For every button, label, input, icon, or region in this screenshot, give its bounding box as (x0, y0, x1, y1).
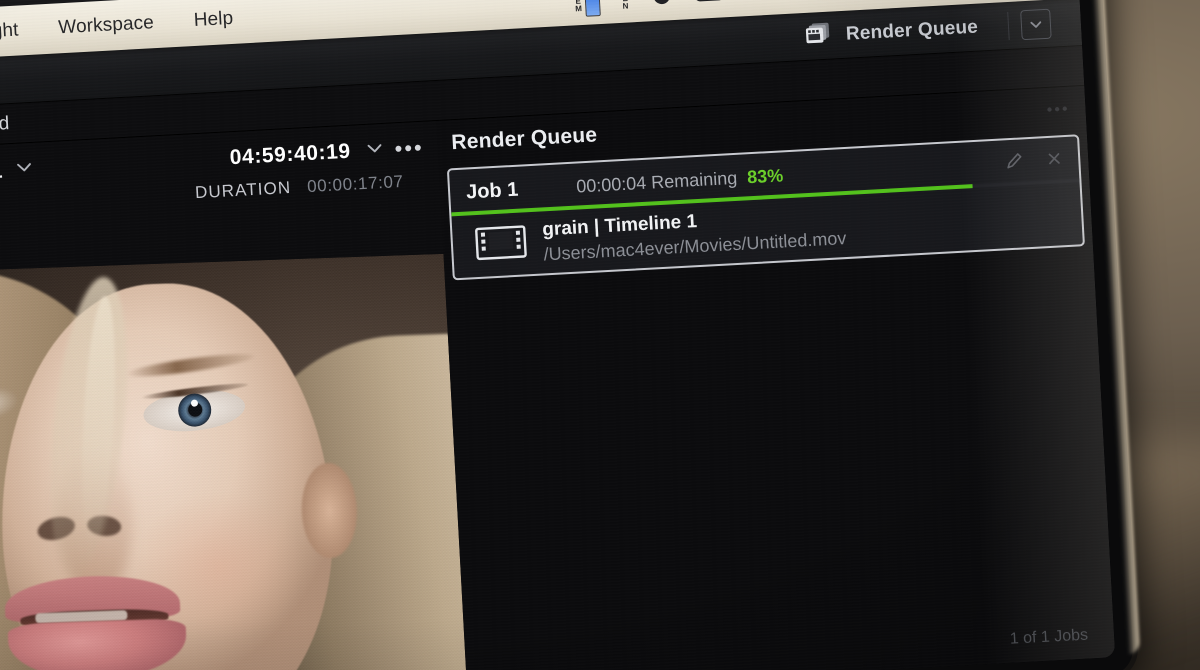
timeline-name-label[interactable]: Timeline 1 (0, 158, 3, 190)
close-icon[interactable] (1046, 150, 1063, 172)
battery-icon[interactable] (694, 0, 729, 4)
render-queue-footer-status: 1 of 1 Jobs (1009, 626, 1089, 648)
laptop-screen: ght Workspace Help MEM SEN (0, 0, 1116, 670)
filmstrip-icon (474, 222, 528, 268)
menu-bar-app-menus: ght Workspace Help (0, 7, 254, 49)
chevron-down-icon[interactable] (1020, 8, 1052, 40)
duration-label: DURATION (194, 177, 292, 203)
render-queue-button-label: Render Queue (845, 16, 979, 45)
davinci-resolve-app: Render Queue rain | Edited (0, 0, 1116, 670)
timecode-chevron-down-icon[interactable] (364, 140, 385, 160)
render-queue-title: Render Queue (450, 123, 598, 155)
do-not-disturb-icon[interactable] (650, 0, 673, 7)
render-queue-icon (802, 19, 834, 52)
render-queue-panel: Render Queue ••• Job 1 00:00:04 Remainin… (436, 85, 1116, 670)
render-job-remaining-time: 00:00:04 Remaining (575, 167, 738, 197)
menu-item-help[interactable]: Help (173, 7, 254, 33)
photo-scene: ght Workspace Help MEM SEN (0, 0, 1200, 670)
breadcrumb-page[interactable]: Edited (0, 113, 10, 138)
current-timecode[interactable]: 04:59:40:19 (229, 140, 351, 171)
sensors-label[interactable]: SEN (620, 0, 630, 9)
toolbar-divider (1007, 11, 1010, 40)
render-job-name: Job 1 (465, 178, 519, 203)
video-preview[interactable] (0, 252, 468, 670)
film-grain-overlay (0, 252, 468, 670)
render-queue-options-kebab-icon[interactable]: ••• (1046, 101, 1070, 120)
timeline-viewer: Timeline 1 04:59:40:19 (0, 121, 468, 670)
viewer-options-kebab-icon[interactable]: ••• (394, 134, 438, 162)
render-job-meta: grain | Timeline 1 /Users/mac4ever/Movie… (542, 203, 847, 265)
render-job-percent: 83% (746, 164, 784, 187)
pencil-icon[interactable] (1004, 150, 1025, 176)
menu-item-fairlight[interactable]: ght (0, 18, 39, 44)
laptop-device: ght Workspace Help MEM SEN (0, 0, 1141, 670)
mem-label: MEM (573, 0, 584, 12)
memory-monitor-item[interactable]: MEM (573, 0, 601, 17)
memory-gauge-icon (583, 0, 601, 17)
menu-item-workspace[interactable]: Workspace (38, 11, 175, 40)
render-queue-toggle-button[interactable]: Render Queue (784, 11, 997, 53)
wifi-icon[interactable] (750, 0, 775, 1)
timecode-block: 04:59:40:19 (229, 137, 395, 170)
main-area: Timeline 1 04:59:40:19 (0, 85, 1116, 670)
duration-value: 00:00:17:07 (306, 171, 404, 197)
timeline-chevron-down-icon[interactable] (14, 159, 35, 179)
render-job-actions (1004, 147, 1069, 175)
render-job-progress-info: 00:00:04 Remaining 83% (576, 165, 784, 197)
